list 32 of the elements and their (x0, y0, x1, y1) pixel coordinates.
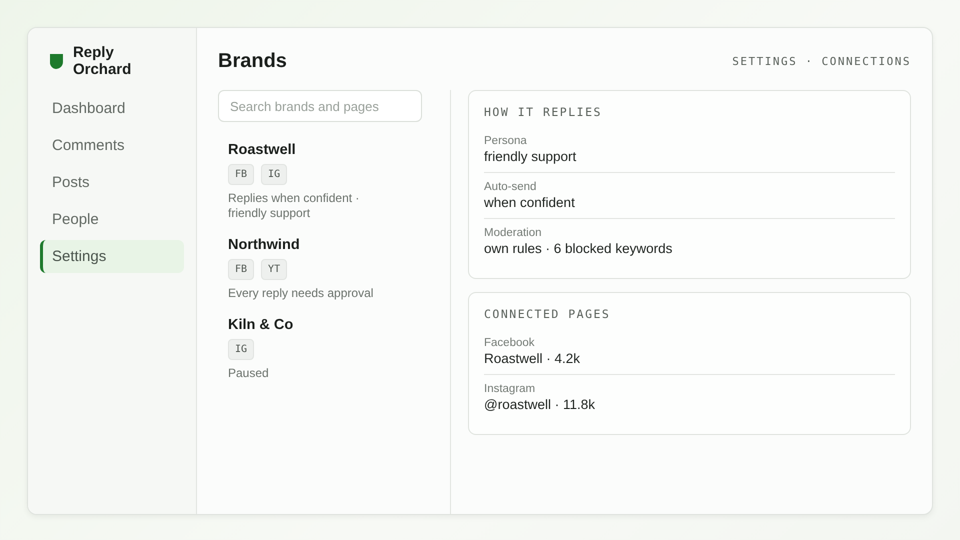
nav-item[interactable]: Dashboard (40, 92, 184, 125)
platform-tag: IG (261, 164, 288, 185)
nav-item[interactable]: Comments (40, 129, 184, 162)
field-label: Persona (484, 135, 528, 147)
search-field[interactable]: Search brands and pages (218, 90, 422, 122)
brand-name[interactable]: Kiln & Co (228, 317, 426, 333)
panel-title: HOW IT REPLIES (484, 105, 603, 119)
field-value: Roastwell · 4.2k (484, 351, 582, 366)
field-value: @roastwell · 11.8k (484, 397, 596, 412)
brand-summary: Every reply needs approval (228, 286, 374, 301)
nav-item[interactable]: Posts (40, 166, 184, 199)
panel-title: CONNECTED PAGES (484, 307, 612, 321)
field-label: Auto-send (484, 181, 538, 193)
brand-name[interactable]: Northwind (228, 237, 426, 253)
brand-summary: Paused (228, 366, 270, 381)
platform-tag: FB (228, 164, 254, 185)
app-name: Reply Orchard (72, 44, 132, 78)
platform-tag: FB (228, 259, 254, 280)
nav-item[interactable]: Settings (40, 240, 184, 273)
platform-tag: IG (228, 339, 254, 360)
field-value: friendly support (484, 149, 578, 164)
field-label: Facebook (484, 337, 536, 349)
breadcrumb: SETTINGS · CONNECTIONS (732, 54, 911, 68)
field-value: when confident (484, 195, 576, 210)
nav-item[interactable]: People (40, 203, 184, 236)
field-label: Instagram (484, 383, 536, 395)
brand-summary: Replies when confident · friendly support (228, 191, 360, 221)
platform-tag: YT (261, 259, 288, 280)
brand-name[interactable]: Roastwell (228, 142, 426, 158)
field-label: Moderation (484, 227, 543, 239)
field-value: own rules · 6 blocked keywords (484, 241, 674, 256)
page-title: Brands (218, 50, 287, 72)
